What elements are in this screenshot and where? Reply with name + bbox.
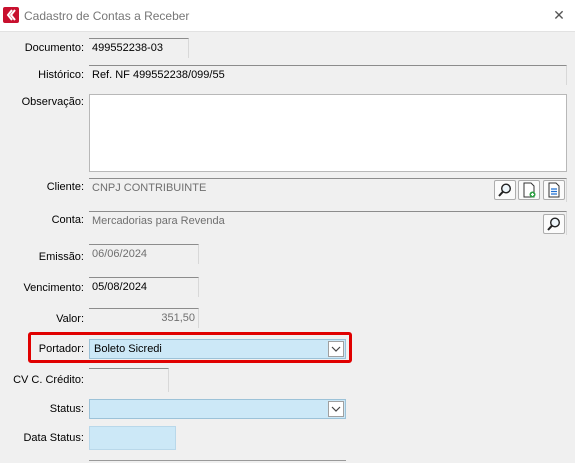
documento-field[interactable]: 499552238-03 xyxy=(89,38,189,58)
search-icon xyxy=(547,217,561,231)
label-observacao: Observação: xyxy=(21,96,84,108)
historico-field[interactable]: Ref. NF 499552238/099/55 xyxy=(89,65,567,85)
conta-search-button[interactable] xyxy=(543,214,565,234)
valor-field[interactable]: 351,50 xyxy=(89,308,199,328)
status-select[interactable] xyxy=(89,399,346,419)
app-logo-icon xyxy=(3,7,19,23)
label-status: Status: xyxy=(49,403,84,415)
chevron-down-icon xyxy=(331,406,341,412)
cliente-details-button[interactable] xyxy=(543,180,565,200)
label-valor: Valor: xyxy=(56,313,84,325)
label-data-status: Data Status: xyxy=(23,432,84,444)
label-cliente: Cliente: xyxy=(46,181,84,193)
label-emissao: Emissão: xyxy=(38,251,84,263)
observacao-textarea[interactable] xyxy=(89,94,567,172)
emissao-field[interactable]: 06/06/2024 xyxy=(89,244,199,264)
cliente-search-button[interactable] xyxy=(494,180,516,200)
status-dropdown-button[interactable] xyxy=(328,401,344,417)
label-conta: Conta: xyxy=(51,214,84,226)
data-status-field[interactable] xyxy=(89,426,176,450)
label-historico: Histórico: xyxy=(38,69,84,81)
document-icon xyxy=(548,182,560,198)
title-bar: Cadastro de Contas a Receber ✕ xyxy=(0,0,575,32)
new-document-icon xyxy=(523,182,536,198)
portador-highlight xyxy=(28,332,352,363)
conta-field[interactable]: Mercadorias para Revenda xyxy=(89,211,567,235)
label-vencimento: Vencimento: xyxy=(23,282,84,294)
form-panel: Documento: 499552238-03 Histórico: Ref. … xyxy=(0,32,575,462)
cv-credito-field[interactable] xyxy=(89,368,169,392)
window-title: Cadastro de Contas a Receber xyxy=(24,9,190,23)
cliente-new-button[interactable] xyxy=(518,180,540,200)
vencimento-field[interactable]: 05/08/2024 xyxy=(89,277,199,297)
close-button[interactable]: ✕ xyxy=(548,5,570,25)
search-icon xyxy=(498,183,512,197)
label-cv-credito: CV C. Crédito: xyxy=(13,374,84,386)
label-documento: Documento: xyxy=(24,42,84,54)
